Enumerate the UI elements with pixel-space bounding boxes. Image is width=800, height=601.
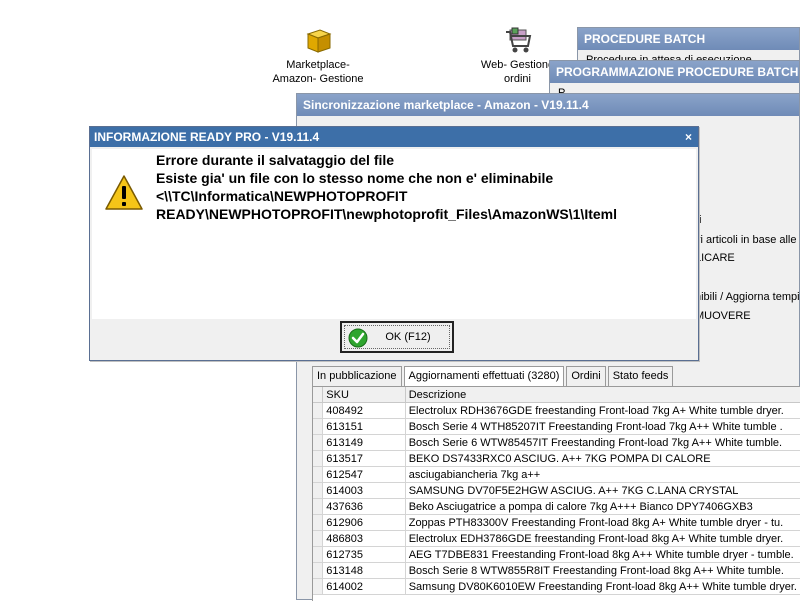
cell-descrizione[interactable]: asciugabiancheria 7kg a++ [405,466,800,483]
cell-descrizione[interactable]: SAMSUNG DV70F5E2HGW ASCIUG. A++ 7KG C.LA… [405,482,800,499]
message-line: Esiste gia' un file con lo stesso nome c… [156,170,554,186]
row-selector[interactable] [313,578,324,595]
cell-descrizione[interactable]: Bosch Serie 4 WTH85207IT Freestanding Fr… [405,418,800,435]
sync-tabs: In pubblicazione Aggiornamenti effettuat… [312,366,675,386]
cell-descrizione[interactable]: Zoppas PTH83300V Freestanding Front-load… [405,514,800,531]
sync-option-text: vi articoli in base alle r [695,234,800,246]
cell-sku[interactable]: 612906 [322,514,406,531]
table-row[interactable]: 613517 BEKO DS7433RXC0 ASCIUG. A++ 7KG PO… [313,450,800,467]
row-selector[interactable] [313,450,324,467]
message-line: Errore durante il salvataggio del file [156,152,395,168]
table-row[interactable]: 486803 Electrolux EDH3786GDE freestanding… [313,530,800,547]
cell-descrizione[interactable]: Beko Asciugatrice a pompa di calore 7kg … [405,498,800,515]
sync-option-text: nibili / Aggiorna tempi [695,291,800,303]
shopping-cart-icon [505,27,531,53]
ok-button[interactable]: OK (F12) [340,321,454,353]
cell-sku[interactable]: 612547 [322,466,406,483]
cell-sku[interactable]: 614003 [322,482,406,499]
table-row[interactable]: 613148 Bosch Serie 8 WTW855R8IT Freestand… [313,562,800,579]
row-selector[interactable] [313,466,324,483]
dialog-titlebar[interactable]: INFORMAZIONE READY PRO - V19.11.4 × [90,127,698,147]
table-row[interactable]: 408492 Electrolux RDH3676GDE freestanding… [313,402,800,419]
message-line: READY\NEWPHOTOPROFIT\newphotoprofit_File… [156,206,617,222]
updates-grid[interactable]: SKU Descrizione 408492 Electrolux RDH3676… [312,386,800,601]
row-selector-header [313,387,324,403]
row-selector[interactable] [313,498,324,515]
sync-option-text: MUOVERE [695,310,751,322]
dialog-content: Errore durante il salvataggio del file E… [92,149,696,319]
row-selector[interactable] [313,562,324,579]
dialog-title: INFORMAZIONE READY PRO - V19.11.4 [94,130,320,144]
row-selector[interactable] [313,514,324,531]
desktop-icon-label: Amazon- Gestione [272,73,364,85]
desktop-icon-marketplace-amazon[interactable]: Marketplace- Amazon- Gestione [268,24,368,86]
cell-descrizione[interactable]: Bosch Serie 8 WTW855R8IT Freestanding Fr… [405,562,800,579]
cell-descrizione[interactable]: Samsung DV80K6010EW Freestanding Front-l… [405,578,800,595]
cell-sku[interactable]: 614002 [322,578,406,595]
tab-in-pubblicazione[interactable]: In pubblicazione [312,366,402,386]
window-titlebar[interactable]: Sincronizzazione marketplace - Amazon - … [297,94,799,116]
dialog-footer: OK (F12) [90,321,698,359]
cell-descrizione[interactable]: Electrolux EDH3786GDE freestanding Front… [405,530,800,547]
cell-sku[interactable]: 613151 [322,418,406,435]
close-icon[interactable]: × [685,127,692,147]
grid-header-row: SKU Descrizione [313,387,800,403]
row-selector[interactable] [313,434,324,451]
cell-descrizione[interactable]: AEG T7DBE831 Freestanding Front-load 8kg… [405,546,800,563]
tab-aggiornamenti-effettuati[interactable]: Aggiornamenti effettuati (3280) [403,366,565,386]
cell-sku[interactable]: 613148 [322,562,406,579]
window-titlebar[interactable]: PROCEDURE BATCH [578,28,799,50]
column-header-descrizione[interactable]: Descrizione [405,387,800,403]
row-selector[interactable] [313,482,324,499]
row-selector[interactable] [313,546,324,563]
amazon-box-icon [306,29,332,53]
cell-descrizione[interactable]: Bosch Serie 6 WTW85457IT Freestanding Fr… [405,434,800,451]
table-row[interactable]: 612547 asciugabiancheria 7kg a++ [313,466,800,483]
table-row[interactable]: 612735 AEG T7DBE831 Freestanding Front-lo… [313,546,800,563]
sync-option-text: LICARE [695,252,735,264]
table-row[interactable]: 613149 Bosch Serie 6 WTW85457IT Freestand… [313,434,800,451]
row-selector[interactable] [313,418,324,435]
dialog-message: Errore durante il salvataggio del file E… [156,151,696,223]
table-row[interactable]: 614003 SAMSUNG DV70F5E2HGW ASCIUG. A++ 7K… [313,482,800,499]
cell-sku[interactable]: 437636 [322,498,406,515]
cell-sku[interactable]: 613149 [322,434,406,451]
sync-option-text: i [699,214,702,226]
message-line: <\\TC\Informatica\NEWPHOTOPROFIT [156,188,408,204]
info-dialog[interactable]: INFORMAZIONE READY PRO - V19.11.4 × Erro… [89,126,699,361]
desktop-icon-label: Marketplace- [286,59,350,71]
table-row[interactable]: 612906 Zoppas PTH83300V Freestanding Fron… [313,514,800,531]
cell-sku[interactable]: 613517 [322,450,406,467]
table-row[interactable]: 614002 Samsung DV80K6010EW Freestanding F… [313,578,800,595]
table-row[interactable]: 613151 Bosch Serie 4 WTH85207IT Freestand… [313,418,800,435]
cell-sku[interactable]: 408492 [322,402,406,419]
cell-descrizione[interactable]: BEKO DS7433RXC0 ASCIUG. A++ 7KG POMPA DI… [405,450,800,467]
window-titlebar[interactable]: PROGRAMMAZIONE PROCEDURE BATCH [550,61,799,83]
warning-icon [105,175,143,210]
cell-descrizione[interactable]: Electrolux RDH3676GDE freestanding Front… [405,402,800,419]
row-selector[interactable] [313,530,324,547]
ok-button-label: OK (F12) [385,331,431,343]
row-selector[interactable] [313,402,324,419]
table-row[interactable]: 437636 Beko Asciugatrice a pompa di calor… [313,498,800,515]
column-header-sku[interactable]: SKU [322,387,406,403]
cell-sku[interactable]: 486803 [322,530,406,547]
tab-stato-feeds[interactable]: Stato feeds [607,366,674,386]
tab-ordini[interactable]: Ordini [566,366,606,386]
cell-sku[interactable]: 612735 [322,546,406,563]
